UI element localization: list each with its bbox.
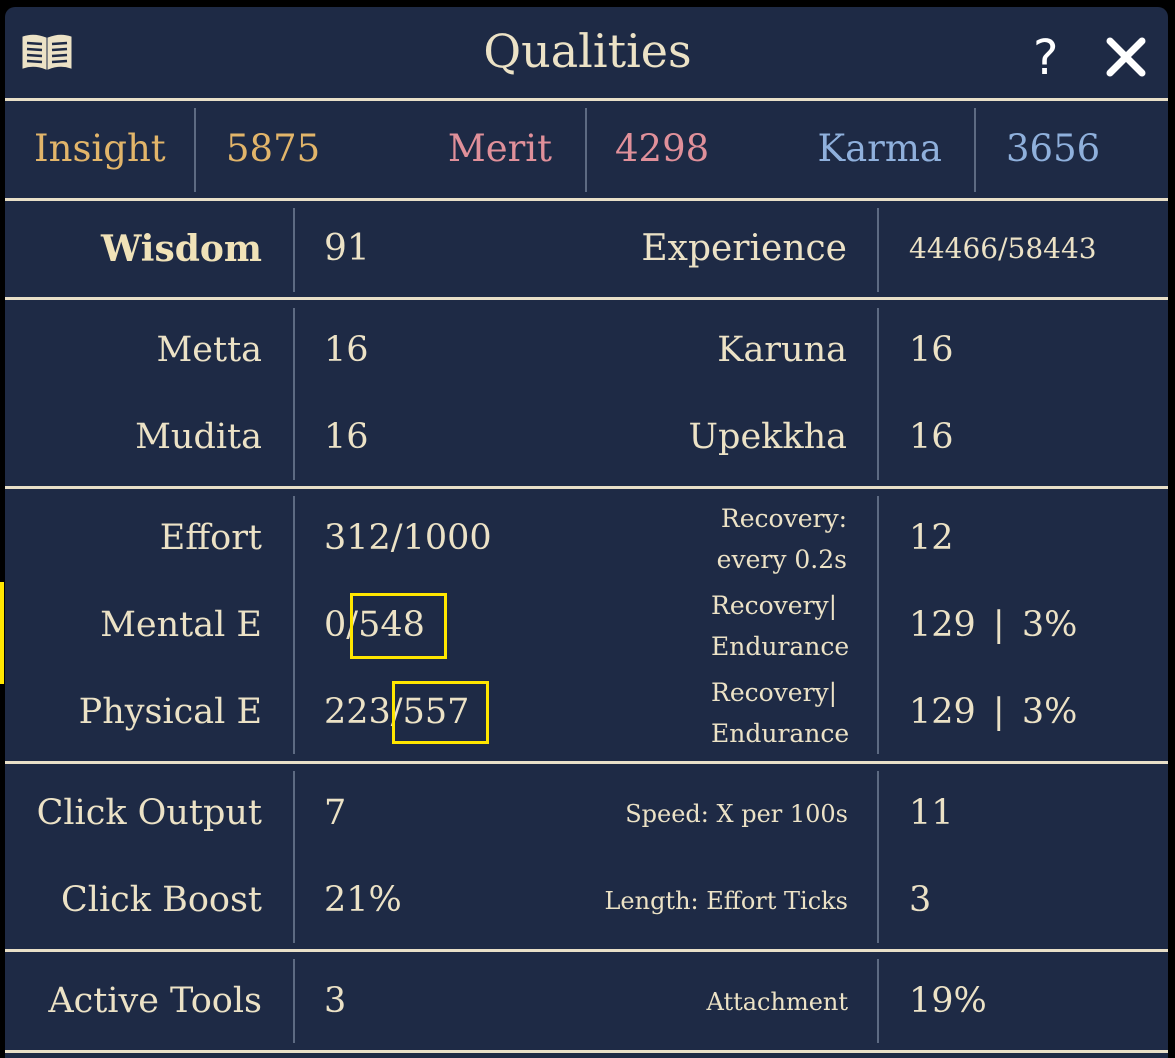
divider bbox=[877, 959, 879, 1043]
divider bbox=[293, 308, 295, 480]
wisdom-label: Wisdom bbox=[100, 228, 262, 270]
karuna-label: Karuna bbox=[717, 330, 847, 370]
physical-energy-current: 223/ bbox=[324, 692, 403, 732]
effort-label: Effort bbox=[159, 518, 262, 558]
highlight-edge bbox=[0, 582, 4, 684]
upekkha-label: Upekkha bbox=[688, 417, 847, 457]
experience-value: 44466/58443 bbox=[909, 232, 1097, 265]
click-output-label: Click Output bbox=[36, 793, 262, 833]
divider bbox=[5, 198, 1168, 201]
highlight-box bbox=[350, 593, 447, 659]
mental-recovery-value: 129 | 3% bbox=[909, 605, 1078, 645]
divider bbox=[5, 297, 1168, 300]
merit-label: Merit bbox=[447, 127, 552, 170]
divider bbox=[5, 486, 1168, 489]
divider bbox=[5, 949, 1168, 952]
divider bbox=[293, 959, 295, 1043]
insight-value: 5875 bbox=[226, 127, 321, 170]
click-length-label: Length: Effort Ticks bbox=[604, 887, 848, 915]
divider bbox=[585, 108, 587, 192]
divider bbox=[877, 496, 879, 754]
effort-recovery-label: Recovery: bbox=[720, 504, 847, 533]
physical-endurance-label: Endurance bbox=[711, 719, 850, 748]
karma-label: Karma bbox=[817, 127, 942, 170]
divider bbox=[877, 308, 879, 480]
karuna-value: 16 bbox=[909, 330, 954, 370]
attachment-label: Attachment bbox=[706, 988, 848, 1016]
divider bbox=[5, 761, 1168, 764]
click-output-value: 7 bbox=[324, 793, 347, 833]
divider bbox=[877, 208, 879, 292]
page-title: Qualities bbox=[483, 24, 692, 78]
divider bbox=[293, 496, 295, 754]
experience-label: Experience bbox=[641, 228, 847, 269]
click-boost-label: Click Boost bbox=[61, 880, 262, 920]
divider bbox=[293, 208, 295, 292]
physical-recovery-label: Recovery| bbox=[711, 678, 838, 707]
divider bbox=[5, 1050, 1168, 1053]
active-tools-value: 3 bbox=[324, 981, 347, 1021]
click-speed-value: 11 bbox=[909, 793, 954, 833]
mudita-value: 16 bbox=[324, 417, 369, 457]
metta-value: 16 bbox=[324, 330, 369, 370]
click-boost-value: 21% bbox=[324, 880, 402, 920]
close-icon[interactable] bbox=[1104, 35, 1148, 79]
divider bbox=[194, 108, 196, 192]
karma-value: 3656 bbox=[1006, 127, 1101, 170]
mental-endurance-label: Endurance bbox=[711, 632, 850, 661]
mental-energy-label: Mental E bbox=[100, 605, 262, 645]
effort-recovery-sub: every 0.2s bbox=[716, 545, 847, 574]
physical-energy-label: Physical E bbox=[78, 692, 262, 732]
divider bbox=[877, 771, 879, 943]
insight-label: Insight bbox=[34, 127, 166, 170]
click-length-value: 3 bbox=[909, 880, 932, 920]
wisdom-value: 91 bbox=[324, 228, 370, 269]
mental-recovery-label: Recovery| bbox=[711, 591, 838, 620]
physical-recovery-value: 129 | 3% bbox=[909, 692, 1078, 732]
help-button[interactable]: ? bbox=[1033, 34, 1058, 82]
mudita-label: Mudita bbox=[135, 417, 262, 457]
highlight-box bbox=[392, 681, 489, 744]
metta-label: Metta bbox=[156, 330, 262, 370]
divider bbox=[293, 771, 295, 943]
active-tools-label: Active Tools bbox=[48, 981, 262, 1021]
effort-value: 312/1000 bbox=[324, 518, 492, 558]
upekkha-value: 16 bbox=[909, 417, 954, 457]
merit-value: 4298 bbox=[615, 127, 710, 170]
click-speed-label: Speed: X per 100s bbox=[625, 800, 848, 828]
effort-recovery-value: 12 bbox=[909, 518, 954, 558]
divider bbox=[5, 98, 1168, 101]
divider bbox=[974, 108, 976, 192]
attachment-value: 19% bbox=[909, 981, 987, 1021]
